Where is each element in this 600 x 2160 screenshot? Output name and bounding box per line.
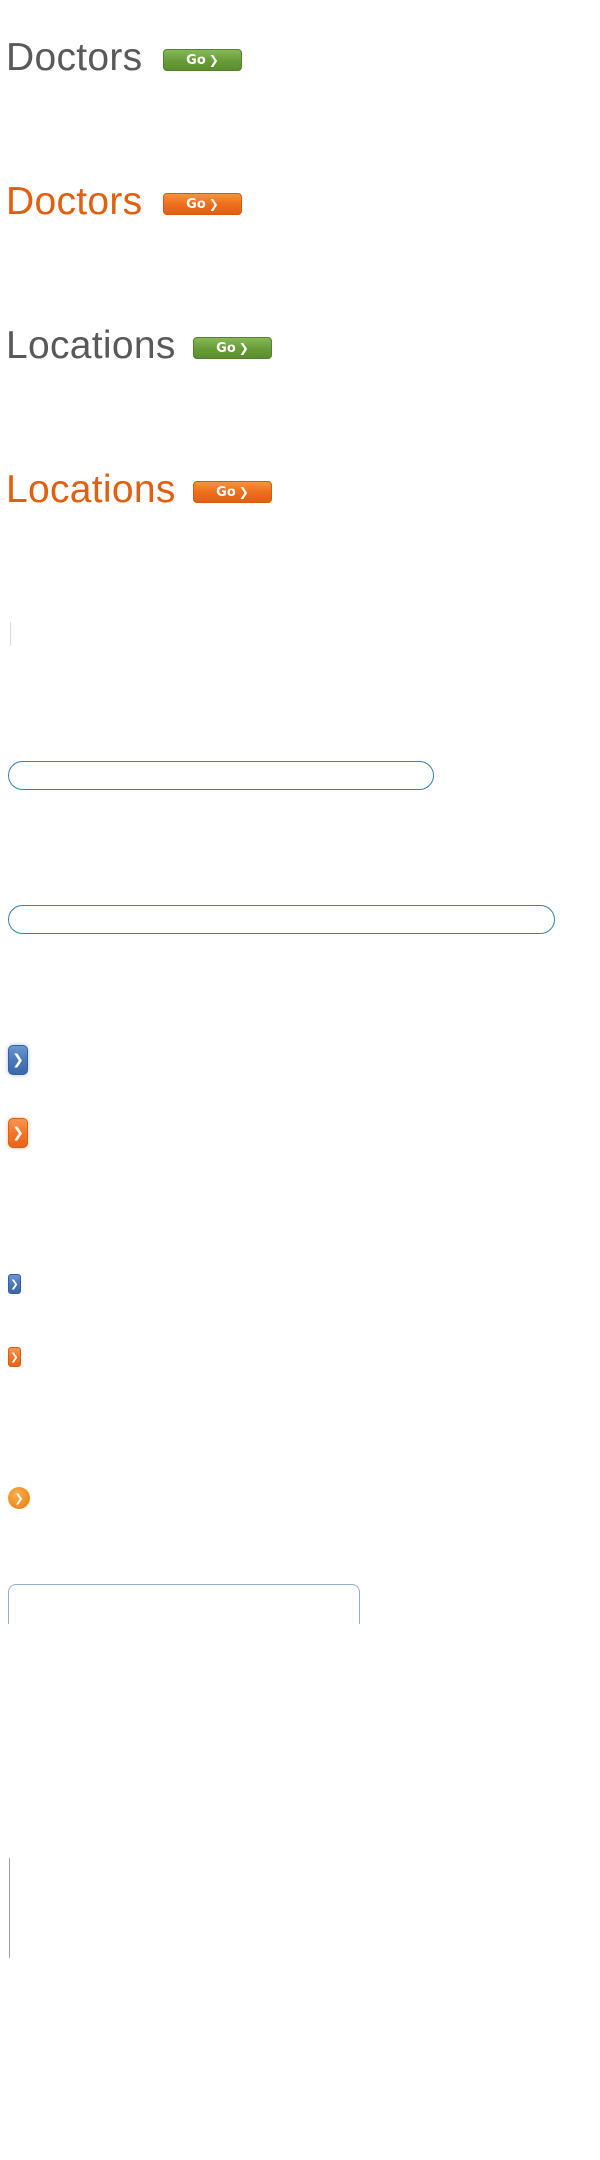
doctors-heading-orange: Doctors: [6, 180, 143, 223]
arrow-button-small-blue[interactable]: ❯: [8, 1274, 21, 1294]
chevron-right-icon: ❯: [10, 1278, 19, 1290]
chevron-right-icon: ❯: [238, 341, 249, 355]
arrow-button-large-orange[interactable]: ❯: [8, 1118, 28, 1148]
chevron-right-icon: ❯: [10, 1351, 19, 1363]
go-label: Go: [186, 52, 206, 68]
go-button-doctors-green[interactable]: Go ❯: [163, 49, 242, 71]
chevron-right-icon: ❯: [238, 485, 249, 499]
chevron-right-icon: ❯: [12, 1125, 24, 1141]
panel-top-border: [8, 1584, 360, 1624]
search-input-long[interactable]: [8, 905, 555, 934]
search-input-short[interactable]: [8, 761, 434, 790]
chevron-right-icon: ❯: [12, 1052, 24, 1068]
go-button-locations-green[interactable]: Go ❯: [193, 337, 272, 359]
chevron-right-icon: ❯: [208, 53, 219, 67]
go-label: Go: [216, 484, 236, 500]
chevron-right-icon: ❯: [14, 1491, 24, 1505]
arrow-button-large-blue[interactable]: ❯: [8, 1045, 28, 1075]
go-label: Go: [186, 196, 206, 212]
vertical-rule: [9, 1858, 10, 1958]
divider-stub: [10, 622, 11, 646]
locations-heading-orange: Locations: [6, 468, 176, 511]
doctors-heading-gray: Doctors: [6, 36, 143, 79]
go-label: Go: [216, 340, 236, 356]
arrow-button-round-orange[interactable]: ❯: [8, 1487, 30, 1509]
arrow-button-small-orange[interactable]: ❯: [8, 1347, 21, 1367]
locations-heading-gray: Locations: [6, 324, 176, 367]
chevron-right-icon: ❯: [208, 197, 219, 211]
go-button-locations-orange[interactable]: Go ❯: [193, 481, 272, 503]
go-button-doctors-orange[interactable]: Go ❯: [163, 193, 242, 215]
